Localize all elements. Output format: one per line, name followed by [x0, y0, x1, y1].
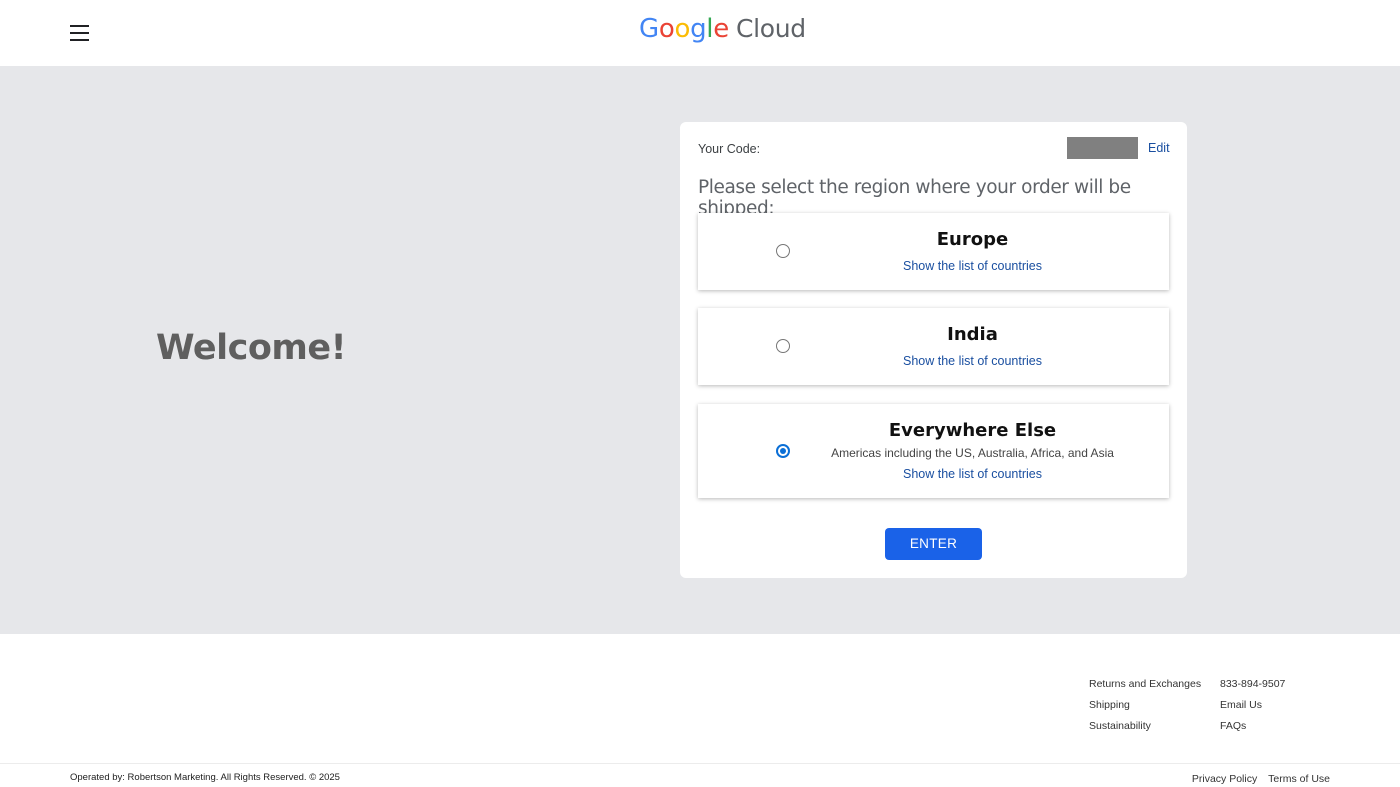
region-title-everywhere-else: Everywhere Else — [888, 420, 1057, 441]
copyright-text: Operated by: Robertson Marketing. All Ri… — [70, 772, 340, 783]
region-option-india[interactable]: India Show the list of countries — [698, 308, 1169, 385]
footer-link-faqs[interactable]: FAQs — [1220, 720, 1285, 741]
footer: Returns and Exchanges Shipping Sustainab… — [0, 634, 1400, 787]
footer-links-col2: 833-894-9507 Email Us FAQs — [1220, 678, 1285, 741]
region-radio-india[interactable] — [776, 339, 790, 353]
footer-link-shipping[interactable]: Shipping — [1089, 699, 1201, 720]
privacy-policy-link[interactable]: Privacy Policy — [1192, 773, 1257, 785]
region-radio-europe[interactable] — [776, 244, 790, 258]
logo-letter-3: g — [690, 14, 707, 44]
hamburger-menu-icon[interactable] — [66, 22, 92, 44]
logo-letter-1: o — [658, 14, 675, 44]
terms-of-use-link[interactable]: Terms of Use — [1268, 773, 1330, 785]
region-title-india: India — [947, 324, 998, 345]
header: G o o g l e Cloud — [0, 0, 1400, 66]
logo-letter-0: G — [639, 14, 659, 44]
logo-letter-4: l — [706, 14, 714, 44]
region-option-everywhere-else[interactable]: Everywhere Else Americas including the U… — [698, 404, 1169, 498]
google-cloud-logo[interactable]: G o o g l e Cloud — [639, 14, 806, 50]
footer-links-col1: Returns and Exchanges Shipping Sustainab… — [1089, 678, 1201, 741]
show-countries-link-europe[interactable]: Show the list of countries — [818, 259, 1127, 273]
enter-button[interactable]: ENTER — [885, 528, 982, 560]
footer-link-email[interactable]: Email Us — [1220, 699, 1285, 720]
region-option-europe[interactable]: Europe Show the list of countries — [698, 213, 1169, 290]
logo-letter-5: e — [713, 14, 729, 44]
welcome-heading: Welcome! — [156, 328, 347, 368]
legal-links: Privacy Policy Terms of Use — [1184, 773, 1330, 785]
region-subtitle-everywhere-else: Americas including the US, Australia, Af… — [831, 446, 1114, 460]
edit-code-link[interactable]: Edit — [1148, 141, 1170, 155]
show-countries-link-everywhere-else[interactable]: Show the list of countries — [818, 467, 1127, 481]
footer-divider — [0, 763, 1400, 764]
footer-link-sustainability[interactable]: Sustainability — [1089, 720, 1201, 741]
footer-link-returns[interactable]: Returns and Exchanges — [1089, 678, 1201, 699]
code-label: Your Code: — [698, 142, 761, 156]
main-band: Welcome! Your Code: Edit Please select t… — [0, 66, 1400, 634]
show-countries-link-india[interactable]: Show the list of countries — [818, 354, 1127, 368]
logo-letter-2: o — [674, 14, 691, 44]
region-card: Your Code: Edit Please select the region… — [680, 122, 1187, 578]
code-value-redacted — [1067, 137, 1138, 159]
footer-phone-link[interactable]: 833-894-9507 — [1220, 678, 1285, 699]
logo-cloud-text: Cloud — [735, 14, 806, 43]
region-title-europe: Europe — [936, 229, 1009, 250]
